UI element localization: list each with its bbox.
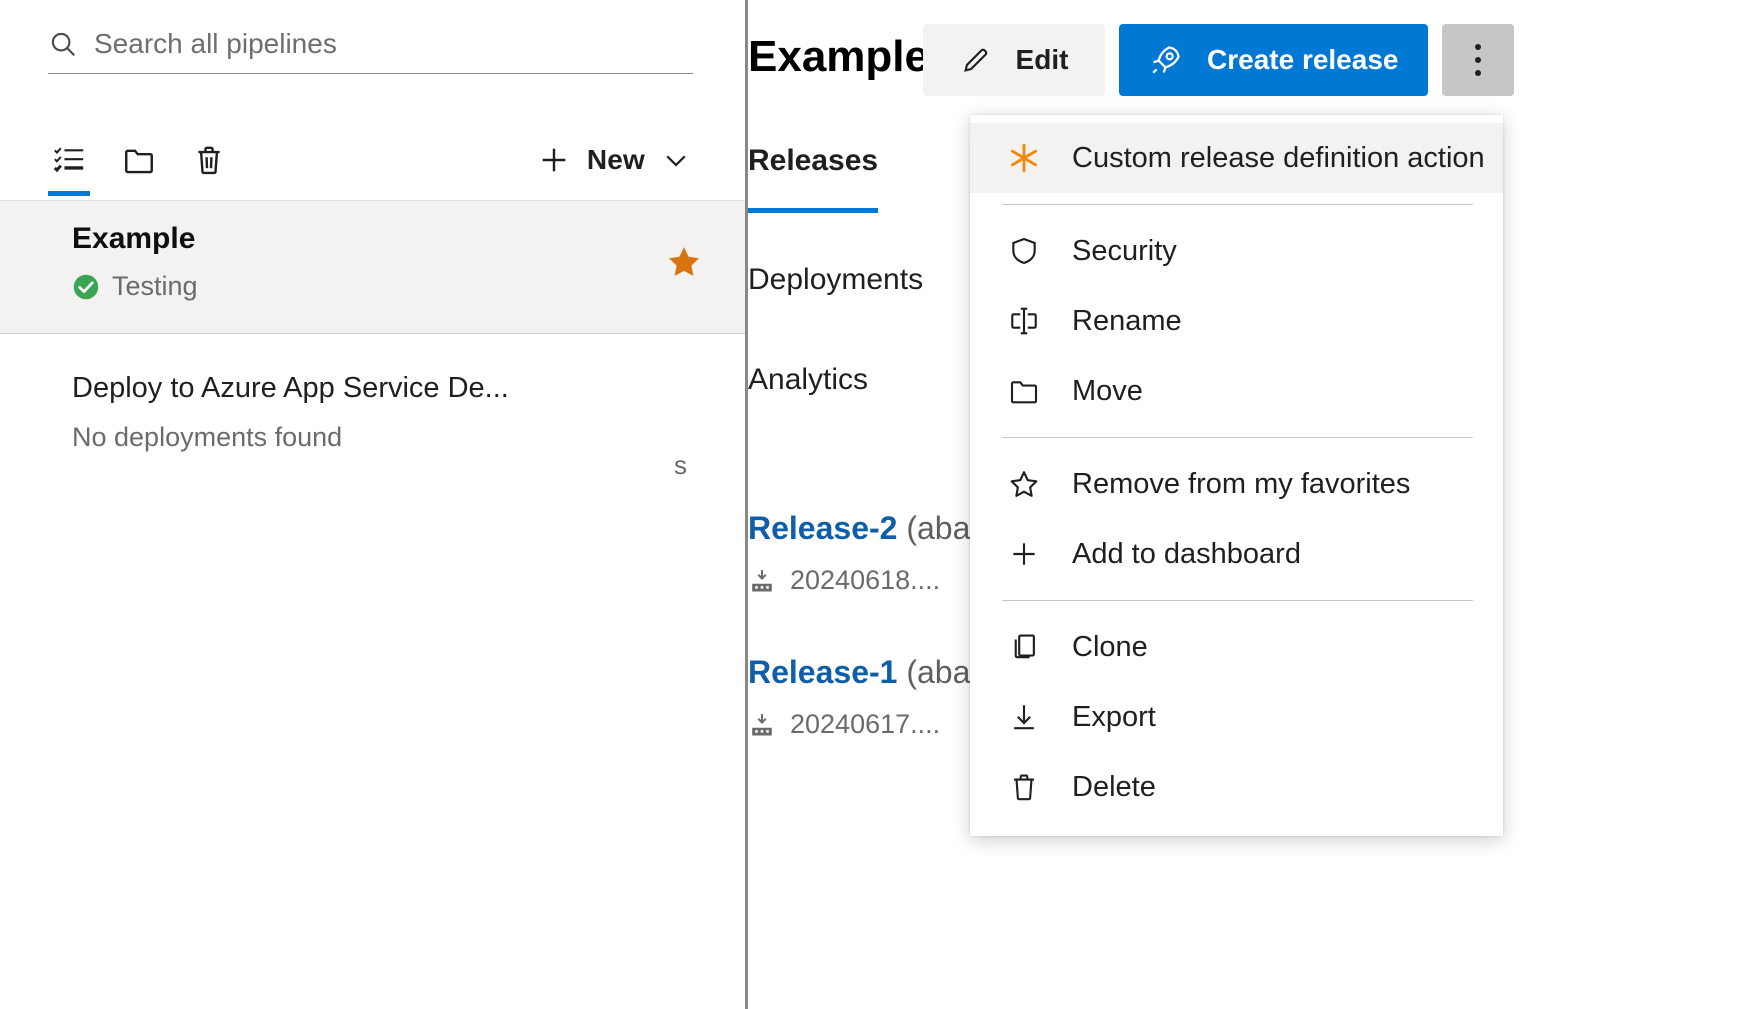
plus-icon [537, 143, 571, 177]
menu-item-custom-release-definition-action[interactable]: Custom release definition action [970, 123, 1503, 193]
new-pipeline-button[interactable]: New [537, 143, 695, 177]
menu-item-label: Security [1072, 235, 1177, 268]
menu-item-delete[interactable]: Delete [970, 752, 1503, 822]
menu-item-label: Delete [1072, 771, 1156, 804]
tab-label: Deployments [748, 263, 923, 296]
definition-tabs: Releases Deployments Analytics [748, 130, 923, 449]
app-root: New Example Testing [0, 0, 1760, 1009]
pipeline-list-item-deploy[interactable]: Deploy to Azure App Service De... No dep… [0, 350, 745, 470]
pencil-icon [960, 44, 992, 76]
pipeline-title: Example [72, 219, 705, 259]
menu-item-label: Rename [1072, 305, 1182, 338]
sparkle-icon [1002, 141, 1046, 175]
release-link-name: Release-1 [748, 654, 897, 690]
edit-button[interactable]: Edit [923, 24, 1105, 96]
search-input[interactable] [94, 28, 654, 60]
new-pipeline-label: New [587, 144, 645, 176]
page-title: Example [748, 32, 929, 82]
pipeline-title: Deploy to Azure App Service De... [72, 368, 705, 408]
menu-separator [1002, 204, 1473, 205]
folder-icon [122, 143, 156, 177]
rocket-icon [1149, 43, 1183, 77]
all-pipelines-icon [52, 143, 86, 177]
pipeline-list-item-example[interactable]: Example Testing [0, 201, 745, 334]
menu-item-security[interactable]: Security [970, 216, 1503, 286]
rename-icon [1002, 305, 1046, 337]
folder-icon [1002, 375, 1046, 407]
menu-item-label: Export [1072, 701, 1156, 734]
menu-item-clone[interactable]: Clone [970, 612, 1503, 682]
pipelines-toolbar: New [40, 130, 695, 190]
more-options-context-menu: Custom release definition action Securit… [970, 115, 1503, 836]
check-circle-icon [72, 273, 100, 301]
create-release-button[interactable]: Create release [1119, 24, 1428, 96]
create-release-label: Create release [1207, 44, 1398, 76]
shield-icon [1002, 235, 1046, 267]
menu-item-remove-from-my-favorites[interactable]: Remove from my favorites [970, 449, 1503, 519]
build-icon [748, 711, 776, 739]
menu-item-label: Custom release definition action [1072, 142, 1485, 175]
star-filled-icon[interactable] [665, 243, 703, 281]
pipeline-status: No deployments found [72, 422, 705, 453]
release-link-name: Release-2 [748, 510, 897, 546]
pipeline-status: Testing [72, 271, 705, 302]
more-options-button[interactable] [1442, 24, 1514, 96]
more-vertical-icon [1475, 44, 1481, 76]
build-number: 20240618.... [790, 565, 940, 596]
trash-icon [192, 143, 226, 177]
header-actions: Edit Create release [923, 24, 1514, 96]
chevron-down-icon[interactable] [661, 145, 691, 175]
menu-item-label: Move [1072, 375, 1143, 408]
tab-analytics[interactable]: Analytics [748, 349, 868, 413]
build-info[interactable]: 20240617.... [748, 709, 940, 740]
pipeline-status-label: No deployments found [72, 422, 342, 453]
menu-item-label: Remove from my favorites [1072, 468, 1410, 501]
menu-item-rename[interactable]: Rename [970, 286, 1503, 356]
search-icon [48, 29, 78, 59]
menu-separator [1002, 600, 1473, 601]
pipeline-status-label: Testing [112, 271, 198, 302]
plus-icon [1002, 538, 1046, 570]
menu-item-label: Add to dashboard [1072, 538, 1301, 571]
download-icon [1002, 701, 1046, 733]
search-bar[interactable] [48, 14, 693, 74]
pipelines-left-panel: New Example Testing [0, 0, 745, 1009]
tab-deployments[interactable]: Deployments [748, 249, 923, 313]
star-outline-icon [1002, 468, 1046, 500]
menu-item-label: Clone [1072, 631, 1148, 664]
tab-label: Releases [748, 144, 878, 177]
tab-label: Analytics [748, 363, 868, 396]
deleted-pipelines-icon-button[interactable] [180, 136, 238, 184]
folders-icon-button[interactable] [110, 136, 168, 184]
all-pipelines-icon-button[interactable] [40, 136, 98, 184]
menu-item-move[interactable]: Move [970, 356, 1503, 426]
build-info[interactable]: 20240618.... [748, 565, 940, 596]
build-icon [748, 567, 776, 595]
copy-icon [1002, 631, 1046, 663]
truncated-text-fragment: s [674, 450, 687, 481]
tab-releases[interactable]: Releases [748, 130, 878, 213]
trash-icon [1002, 771, 1046, 803]
build-number: 20240617.... [790, 709, 940, 740]
menu-separator [1002, 437, 1473, 438]
menu-item-export[interactable]: Export [970, 682, 1503, 752]
edit-button-label: Edit [1016, 44, 1069, 76]
menu-item-add-to-dashboard[interactable]: Add to dashboard [970, 519, 1503, 589]
